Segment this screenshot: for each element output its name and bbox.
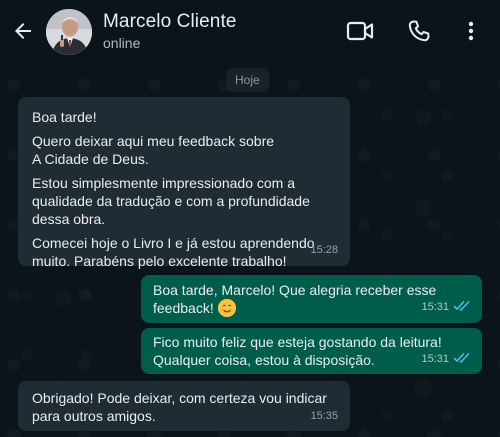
message-text: feedback! <box>153 300 214 316</box>
message-text: Boa tarde! <box>32 109 97 125</box>
message-time: 15:28 <box>310 244 338 256</box>
message-time: 15:35 <box>310 410 338 422</box>
message-text: Boa tarde, Marcelo! Que alegria receber … <box>153 282 437 298</box>
message-time: 15:31 <box>421 301 449 313</box>
message-list[interactable]: Hoje Boa tarde! Quero deixar aqui meu fe… <box>0 64 500 437</box>
message-text: Obrigado! Pode deixar, com certeza vou i… <box>32 390 327 424</box>
message-bubble-outgoing[interactable]: Boa tarde, Marcelo! Que alegria receber … <box>141 275 482 323</box>
date-chip: Hoje <box>226 68 269 92</box>
contact-name[interactable]: Marcelo Cliente <box>103 11 237 33</box>
more-vert-icon[interactable] <box>456 16 486 46</box>
smiling-face-icon <box>217 299 236 317</box>
message-bubble-outgoing[interactable]: Fico muito feliz que esteja gostando da … <box>141 328 482 374</box>
phone-icon[interactable] <box>404 16 434 46</box>
read-ticks-icon <box>453 349 471 367</box>
video-call-icon[interactable] <box>345 16 375 46</box>
chat-header: Marcelo Cliente online <box>0 0 500 64</box>
message-bubble-incoming[interactable]: Obrigado! Pode deixar, com certeza vou i… <box>18 381 350 431</box>
message-bubble-incoming[interactable]: Boa tarde! Quero deixar aqui meu feedbac… <box>18 97 350 269</box>
message-text: Comecei hoje o Livro I e já estou aprend… <box>32 235 315 269</box>
back-arrow-icon[interactable] <box>8 16 38 46</box>
message-text: Quero deixar aqui meu feedback sobre A C… <box>32 133 275 167</box>
contact-status: online <box>103 35 141 51</box>
avatar[interactable] <box>46 9 92 55</box>
message-time: 15:31 <box>421 353 449 365</box>
read-ticks-icon <box>453 297 471 315</box>
message-text: Estou simplesmente impressionado com a q… <box>32 175 310 227</box>
